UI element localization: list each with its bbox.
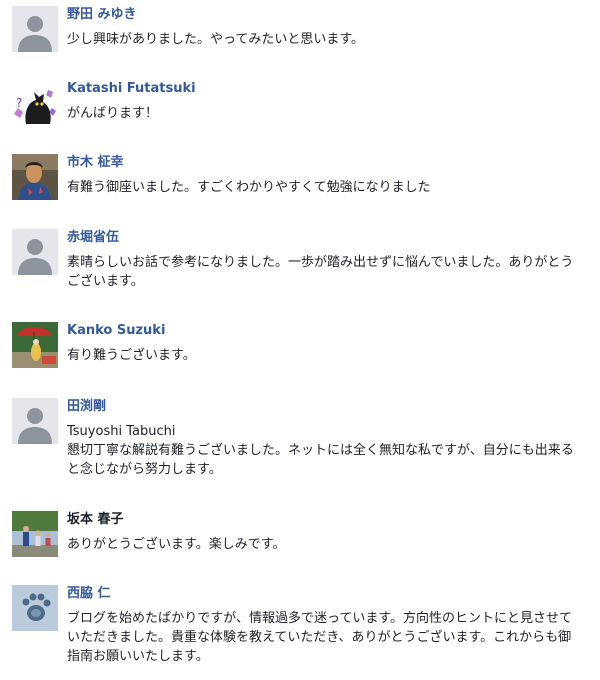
- commenter-name[interactable]: 野田 みゆき: [67, 6, 137, 24]
- avatar[interactable]: [12, 6, 58, 52]
- commenter-name[interactable]: 西脇 仁: [67, 585, 111, 603]
- avatar[interactable]: [12, 229, 58, 275]
- commenter-name[interactable]: Katashi Futatsuki: [67, 80, 196, 98]
- comment-text: 少し興味がありました。やってみたいと思います。: [67, 32, 365, 47]
- commenter-name[interactable]: 赤堀省伍: [67, 229, 119, 247]
- commenter-name[interactable]: Kanko Suzuki: [67, 322, 165, 340]
- family-photo-icon: [12, 511, 58, 557]
- person-photo-icon: [12, 154, 58, 200]
- svg-text:?: ?: [16, 96, 22, 110]
- commenter-name[interactable]: 坂本 春子: [67, 511, 124, 529]
- avatar[interactable]: [12, 154, 58, 200]
- comment-text: 有り難うございます。: [67, 348, 196, 363]
- paw-photo-icon: [12, 585, 58, 631]
- default-avatar-icon: [12, 398, 58, 444]
- default-avatar-icon: [12, 6, 58, 52]
- default-avatar-icon: [12, 229, 58, 275]
- comment-text: 有難う御座いました。すごくわかりやすくて勉強になりました: [67, 180, 431, 195]
- avatar[interactable]: [12, 511, 58, 557]
- avatar[interactable]: [12, 585, 58, 631]
- avatar[interactable]: ?: [12, 80, 58, 126]
- comment-text: ブログを始めたばかりですが、情報過多で迷っています。方向性のヒントにと見させてい…: [67, 611, 573, 664]
- parasol-photo-icon: [12, 322, 58, 368]
- comment-text: がんばります！: [67, 106, 159, 121]
- avatar[interactable]: [12, 322, 58, 368]
- comment-text: 素晴らしいお話で参考になりました。一歩が踏み出せずに悩んでいました。ありがとうご…: [67, 255, 574, 289]
- comment-text: ありがとうございます。楽しみです。: [67, 537, 286, 552]
- commenter-name[interactable]: 市木 柾幸: [67, 154, 124, 172]
- avatar[interactable]: [12, 398, 58, 444]
- cat-photo-icon: ?: [12, 80, 58, 126]
- commenter-name[interactable]: 田渕剛: [67, 398, 106, 416]
- comment-text: Tsuyoshi Tabuchi 懇切丁寧な解説有難うございました。ネットには全…: [67, 424, 574, 477]
